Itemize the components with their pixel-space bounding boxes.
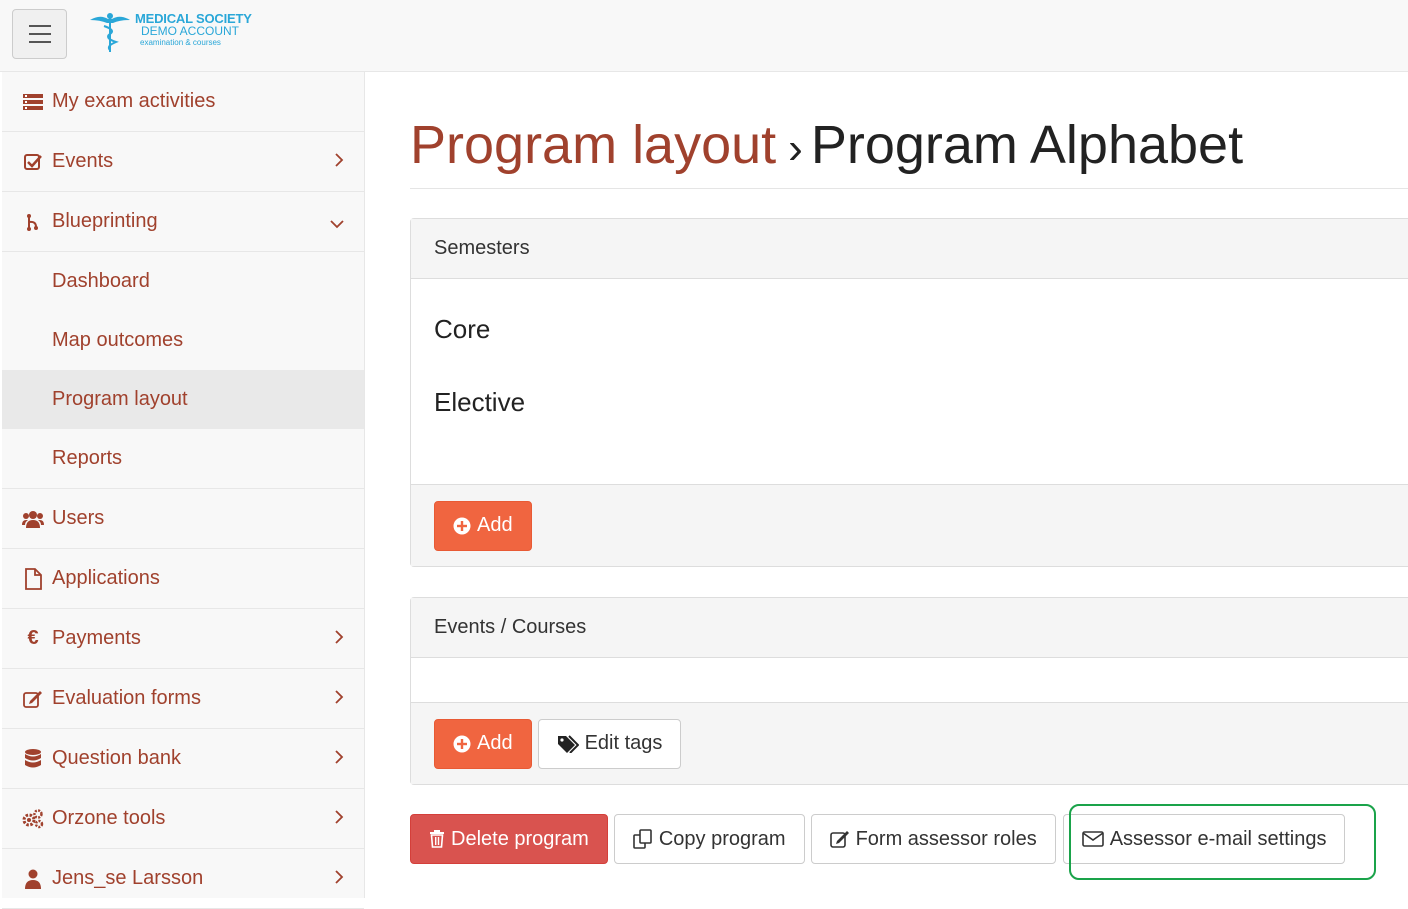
sidebar-item-label: Question bank — [52, 747, 181, 769]
envelope-icon — [1081, 831, 1104, 847]
events-courses-panel: Events / Courses Add Edit tags — [410, 597, 1408, 785]
caduceus-icon — [90, 13, 130, 52]
logo-line2: DEMO ACCOUNT — [141, 24, 240, 38]
title-divider — [410, 188, 1408, 189]
trash-icon — [429, 830, 445, 848]
assessor-email-settings-label: Assessor e-mail settings — [1109, 827, 1327, 850]
sidebar-item-label: Dashboard — [52, 270, 150, 292]
copy-program-button[interactable]: Copy program — [613, 814, 805, 864]
sidebar-item-label: Blueprinting — [52, 210, 158, 232]
chevron-right-icon — [334, 150, 344, 173]
logo[interactable]: MEDICAL SOCIETY DEMO ACCOUNT examination… — [88, 10, 258, 56]
sidebar-item-events[interactable]: Events — [2, 132, 364, 192]
edit-tags-button[interactable]: Edit tags — [537, 718, 682, 769]
sidebar-item-label: Jens_se Larsson — [52, 867, 204, 889]
sidebar-item-label: Applications — [52, 567, 160, 589]
breadcrumb-program-layout-link[interactable]: Program layout — [410, 115, 776, 175]
chevron-right-icon — [334, 627, 344, 650]
chevron-right-icon — [334, 747, 344, 770]
copy-program-label: Copy program — [658, 827, 786, 850]
sidebar-item-label: Evaluation forms — [52, 687, 201, 709]
sidebar-item-program-layout[interactable]: Program layout — [2, 370, 364, 429]
sidebar-item-payments[interactable]: € Payments — [2, 609, 364, 669]
chevron-right-icon — [334, 807, 344, 830]
sidebar-item-label: Payments — [52, 627, 141, 649]
plus-circle-icon — [453, 735, 471, 753]
semesters-footer: Add — [411, 484, 1408, 566]
sidebar-item-blueprinting[interactable]: Blueprinting — [2, 192, 364, 252]
edit-tags-label: Edit tags — [584, 732, 663, 754]
delete-program-label: Delete program — [451, 827, 589, 850]
check-square-icon — [22, 151, 44, 173]
plus-circle-icon — [453, 517, 471, 535]
sidebar-item-question-bank[interactable]: Question bank — [2, 729, 364, 789]
chevron-right-icon — [334, 687, 344, 710]
chevron-right-icon — [334, 867, 344, 890]
sitemap-icon — [22, 211, 44, 233]
edit-icon — [22, 688, 44, 710]
add-label: Add — [477, 732, 513, 754]
sidebar-item-label: Program layout — [52, 388, 188, 410]
events-courses-footer: Add Edit tags — [411, 702, 1408, 784]
list-icon — [22, 91, 44, 113]
sidebar-item-reports[interactable]: Reports — [2, 429, 364, 489]
form-assessor-roles-button[interactable]: Form assessor roles — [810, 814, 1056, 864]
semesters-panel: Semesters Core Elective Add — [410, 218, 1408, 567]
sidebar-item-user-profile[interactable]: Jens_se Larsson — [2, 849, 364, 909]
database-icon — [22, 748, 44, 770]
assessor-email-settings-button[interactable]: Assessor e-mail settings — [1062, 814, 1346, 864]
sidebar-item-label: Map outcomes — [52, 329, 184, 351]
sidebar-item-label: Events — [52, 150, 114, 172]
chevron-down-icon — [330, 212, 344, 235]
semesters-heading: Semesters — [411, 219, 1408, 279]
top-navbar: MEDICAL SOCIETY DEMO ACCOUNT examination… — [0, 0, 1408, 72]
add-label: Add — [477, 514, 513, 536]
sidebar: My exam activities Events Blueprinting D… — [2, 72, 365, 909]
hamburger-menu-button[interactable] — [12, 9, 67, 59]
sidebar-item-orzone-tools[interactable]: Orzone tools — [2, 789, 364, 849]
cogs-icon — [22, 808, 44, 830]
page-title: Program layout › Program Alphabet — [410, 114, 1243, 176]
sidebar-item-users[interactable]: Users — [2, 489, 364, 549]
semester-item-elective[interactable]: Elective — [434, 387, 525, 418]
sidebar-item-applications[interactable]: Applications — [2, 549, 364, 609]
add-event-course-button[interactable]: Add — [434, 718, 532, 769]
sidebar-item-label: Users — [52, 507, 105, 529]
form-assessor-roles-label: Form assessor roles — [855, 827, 1037, 850]
sidebar-item-label: Reports — [52, 447, 123, 469]
users-icon — [22, 508, 44, 530]
euro-icon: € — [27, 627, 39, 649]
main-content: Program layout › Program Alphabet Semester… — [366, 72, 1408, 898]
logo-line3: examination & courses — [140, 38, 221, 47]
delete-program-button[interactable]: Delete program — [410, 814, 608, 864]
sidebar-item-label: My exam activities — [52, 90, 216, 112]
edit-icon — [829, 830, 850, 848]
sidebar-item-label: Orzone tools — [52, 807, 166, 829]
sidebar-item-my-exam-activities[interactable]: My exam activities — [2, 72, 364, 132]
add-semester-button[interactable]: Add — [434, 500, 532, 551]
breadcrumb-separator: › — [788, 124, 803, 173]
sidebar-item-dashboard[interactable]: Dashboard — [2, 252, 364, 311]
file-icon — [22, 567, 44, 590]
tags-icon — [557, 734, 579, 753]
sidebar-item-evaluation-forms[interactable]: Evaluation forms — [2, 669, 364, 729]
semester-item-core[interactable]: Core — [434, 314, 490, 345]
user-icon — [22, 868, 44, 890]
events-courses-heading: Events / Courses — [411, 598, 1408, 658]
copy-icon — [633, 829, 653, 849]
program-actions: Delete program Copy program Form assesso… — [410, 814, 1346, 864]
page-title-text: Program Alphabet — [810, 115, 1244, 175]
sidebar-item-map-outcomes[interactable]: Map outcomes — [2, 311, 364, 370]
